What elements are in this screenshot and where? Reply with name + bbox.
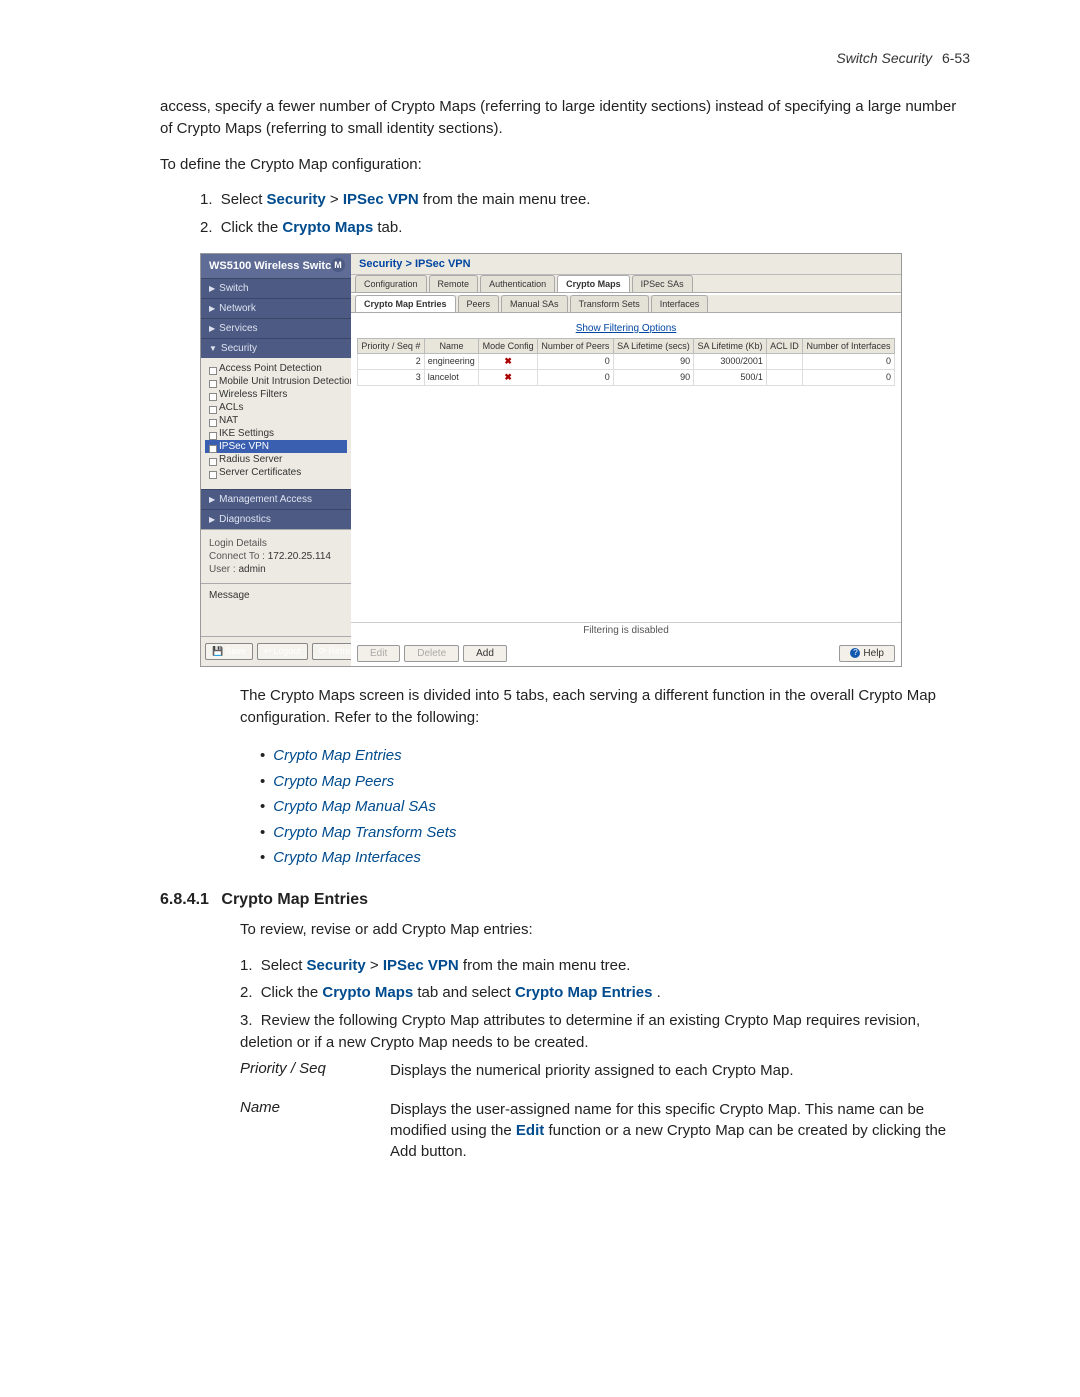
login-details: Login Details Connect To : 172.20.25.114… <box>201 529 351 583</box>
section-title: Crypto Map Entries <box>221 891 368 908</box>
link-crypto-map-transform-sets[interactable]: Crypto Map Transform Sets <box>273 824 456 841</box>
nav-network[interactable]: ▶Network <box>201 298 351 318</box>
header-page: 6-53 <box>942 50 970 66</box>
nav-security[interactable]: ▼Security <box>201 338 351 358</box>
product-title: WS5100 Wireless Switch M <box>201 254 351 278</box>
content-area: Show Filtering Options Priority / Seq # … <box>351 313 901 666</box>
tab-configuration[interactable]: Configuration <box>355 275 427 292</box>
add-button[interactable]: Add <box>463 645 507 662</box>
subtab-transform-sets[interactable]: Transform Sets <box>570 295 649 312</box>
refresh-icon: ⟳ <box>319 646 327 657</box>
help-button[interactable]: ? Help <box>839 645 895 662</box>
intro-paragraph-2: To define the Crypto Map configuration: <box>160 154 970 176</box>
tree-acls[interactable]: ACLs <box>205 401 347 414</box>
tree-nat[interactable]: NAT <box>205 414 347 427</box>
step-b-1: 1. Select Security > IPSec VPN from the … <box>240 955 970 977</box>
tree-ike-settings[interactable]: IKE Settings <box>205 427 347 440</box>
table-row[interactable]: 2 engineering ✖ 0 90 3000/2001 0 <box>358 353 895 369</box>
col-acl-id[interactable]: ACL ID <box>766 338 802 353</box>
main-panel: Security > IPSec VPN Configuration Remot… <box>351 254 901 666</box>
tab-crypto-maps[interactable]: Crypto Maps <box>557 275 630 292</box>
tree-mobile-unit-intrusion[interactable]: Mobile Unit Intrusion Detection <box>205 375 347 388</box>
x-icon: ✖ <box>479 369 538 385</box>
secondary-tabs: Crypto Map Entries Peers Manual SAs Tran… <box>351 295 901 313</box>
tree-ipsec-vpn[interactable]: IPSec VPN <box>205 440 347 453</box>
col-name[interactable]: Name <box>424 338 479 353</box>
tree-access-point-detection[interactable]: Access Point Detection <box>205 362 347 375</box>
step-b-3: 3. Review the following Crypto Map attri… <box>240 1010 970 1054</box>
def-desc-name: Displays the user-assigned name for this… <box>390 1099 970 1162</box>
tab-authentication[interactable]: Authentication <box>480 275 555 292</box>
security-tree: Access Point Detection Mobile Unit Intru… <box>201 358 351 489</box>
section-number: 6.8.4.1 <box>160 891 209 908</box>
save-button[interactable]: 💾Save <box>205 643 253 660</box>
def-term-priority: Priority / Seq <box>240 1060 390 1081</box>
filter-status: Filtering is disabled <box>351 622 901 636</box>
tree-wireless-filters[interactable]: Wireless Filters <box>205 388 347 401</box>
delete-button[interactable]: Delete <box>404 645 459 662</box>
section-intro: To review, revise or add Crypto Map entr… <box>240 919 970 941</box>
crypto-map-links: •Crypto Map Entries •Crypto Map Peers •C… <box>260 743 970 871</box>
header-title: Switch Security <box>836 50 932 66</box>
nav-management-access[interactable]: ▶Management Access <box>201 489 351 509</box>
link-crypto-map-peers[interactable]: Crypto Map Peers <box>273 773 394 790</box>
edit-ref: Edit <box>516 1122 544 1139</box>
nav-services[interactable]: ▶Services <box>201 318 351 338</box>
link-crypto-map-entries[interactable]: Crypto Map Entries <box>273 747 401 764</box>
breadcrumb: Security > IPSec VPN <box>351 254 901 275</box>
attribute-definitions: Priority / Seq Displays the numerical pr… <box>240 1060 970 1162</box>
edit-button[interactable]: Edit <box>357 645 400 662</box>
subtab-interfaces[interactable]: Interfaces <box>651 295 709 312</box>
tab-ipsec-sas[interactable]: IPSec SAs <box>632 275 693 292</box>
show-filtering-options-link[interactable]: Show Filtering Options <box>357 323 895 334</box>
section-heading: 6.8.4.1 Crypto Map Entries <box>160 891 970 909</box>
table-row[interactable]: 3 lancelot ✖ 0 90 500/1 0 <box>358 369 895 385</box>
col-sa-lifetime-kb[interactable]: SA Lifetime (Kb) <box>694 338 767 353</box>
subtab-peers[interactable]: Peers <box>458 295 500 312</box>
user-value: admin <box>238 564 265 575</box>
tree-server-certificates[interactable]: Server Certificates <box>205 466 347 479</box>
link-crypto-map-manual-sas[interactable]: Crypto Map Manual SAs <box>273 798 436 815</box>
crypto-maps-tab-ref: Crypto Maps <box>282 219 373 236</box>
def-term-name: Name <box>240 1099 390 1162</box>
subtab-crypto-map-entries[interactable]: Crypto Map Entries <box>355 295 456 312</box>
logout-button[interactable]: ↩Logout <box>257 643 308 660</box>
step-b-2: 2. Click the Crypto Maps tab and select … <box>240 982 970 1004</box>
tree-radius-server[interactable]: Radius Server <box>205 453 347 466</box>
logout-icon: ↩ <box>264 646 272 657</box>
ipsec-vpn-link: IPSec VPN <box>343 191 419 208</box>
tab-remote[interactable]: Remote <box>429 275 479 292</box>
after-figure-paragraph: The Crypto Maps screen is divided into 5… <box>240 685 970 729</box>
subtab-manual-sas[interactable]: Manual SAs <box>501 295 568 312</box>
col-mode-config[interactable]: Mode Config <box>479 338 538 353</box>
primary-tabs: Configuration Remote Authentication Cryp… <box>351 275 901 293</box>
def-desc-priority: Displays the numerical priority assigned… <box>390 1060 970 1081</box>
x-icon: ✖ <box>479 353 538 369</box>
connect-to-value: 172.20.25.114 <box>268 551 331 562</box>
step-a-2: 2. Click the Crypto Maps tab. <box>200 217 970 239</box>
help-icon: ? <box>850 648 860 658</box>
sidebar: WS5100 Wireless Switch M ▶Switch ▶Networ… <box>201 254 351 666</box>
screenshot-figure: WS5100 Wireless Switch M ▶Switch ▶Networ… <box>200 253 902 667</box>
save-icon: 💾 <box>212 646 223 657</box>
brand-icon: M <box>331 258 345 272</box>
nav-diagnostics[interactable]: ▶Diagnostics <box>201 509 351 529</box>
col-priority-seq[interactable]: Priority / Seq # <box>358 338 425 353</box>
crypto-maps-table: Priority / Seq # Name Mode Config Number… <box>357 338 895 386</box>
message-box: Message <box>201 583 351 636</box>
page-header: Switch Security 6-53 <box>160 50 970 66</box>
step-a-1: 1. Select Security > IPSec VPN from the … <box>200 189 970 211</box>
col-sa-lifetime-secs[interactable]: SA Lifetime (secs) <box>613 338 693 353</box>
intro-paragraph-1: access, specify a fewer number of Crypto… <box>160 96 970 140</box>
security-link: Security <box>267 191 326 208</box>
link-crypto-map-interfaces[interactable]: Crypto Map Interfaces <box>273 849 421 866</box>
col-number-of-peers[interactable]: Number of Peers <box>537 338 613 353</box>
col-number-of-interfaces[interactable]: Number of Interfaces <box>802 338 894 353</box>
nav-switch[interactable]: ▶Switch <box>201 278 351 298</box>
